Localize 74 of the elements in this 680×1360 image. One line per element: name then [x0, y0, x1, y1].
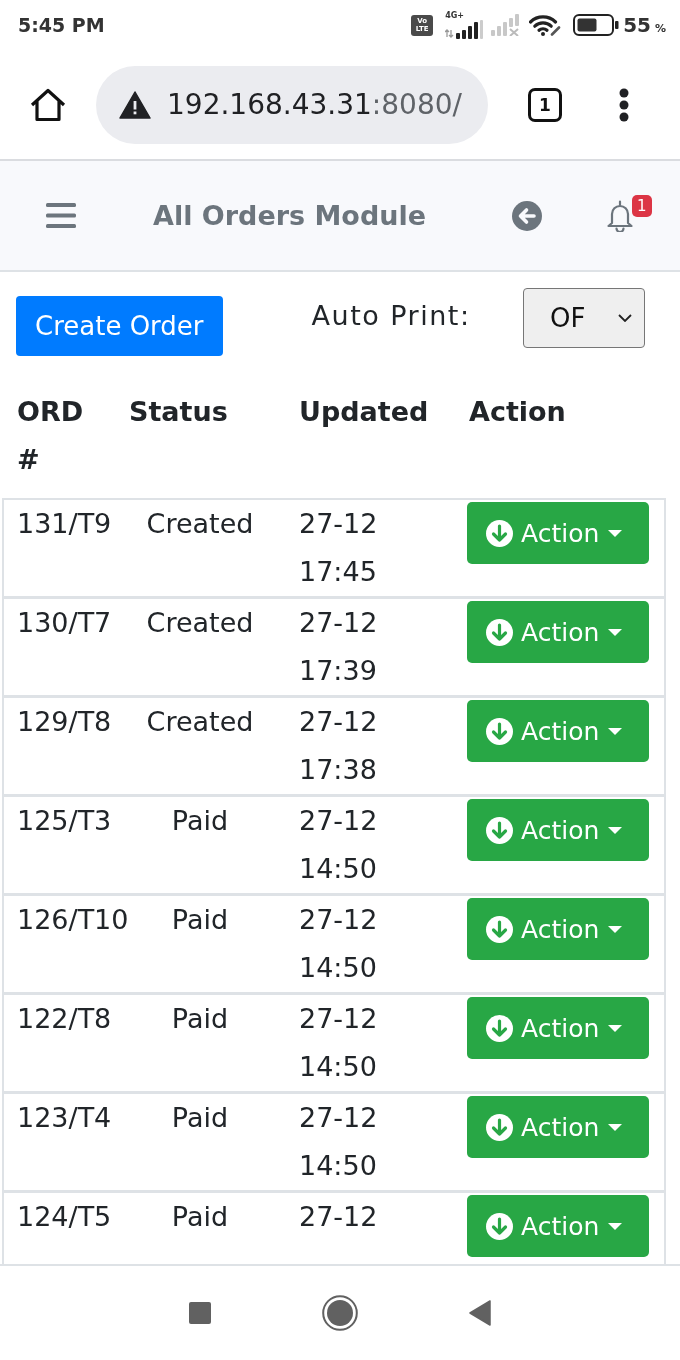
circle-icon[interactable] — [322, 1295, 358, 1331]
updated-time: 27-12 17:45 — [299, 507, 379, 589]
down-arrow-circle-icon — [486, 1212, 513, 1240]
action-dropdown-button[interactable]: Action — [467, 997, 649, 1059]
order-status: Created — [146, 606, 254, 640]
caret-down-icon — [608, 727, 623, 735]
updated-time: 27-12 17:39 — [299, 606, 379, 688]
order-number: 130/T7 — [17, 606, 112, 640]
action-dropdown-button[interactable]: Action — [467, 898, 649, 960]
action-dropdown-button[interactable]: Action — [467, 799, 649, 861]
down-arrow-circle-icon — [486, 519, 513, 547]
caret-down-icon — [608, 529, 623, 537]
caret-down-icon — [608, 826, 623, 834]
auto-print-select[interactable]: OF — [523, 288, 645, 348]
order-status: Paid — [171, 804, 229, 838]
updated-time: 27-12 14:50 — [299, 903, 379, 985]
home-icon[interactable] — [30, 87, 66, 122]
caret-down-icon — [608, 1222, 623, 1230]
order-status: Paid — [171, 1200, 229, 1234]
menu-icon[interactable] — [46, 203, 76, 228]
order-status: Created — [146, 705, 254, 739]
order-number: 124/T5 — [17, 1200, 112, 1234]
caret-down-icon — [608, 1024, 623, 1032]
action-dropdown-button[interactable]: Action — [467, 1195, 649, 1257]
more-menu-icon[interactable] — [618, 87, 630, 122]
down-arrow-circle-icon — [486, 816, 513, 844]
action-dropdown-button[interactable]: Action — [467, 1096, 649, 1158]
page-title: All Orders Module — [153, 200, 428, 231]
bell-icon[interactable] — [606, 199, 634, 232]
network-type-label: 4G+ — [445, 11, 464, 20]
updated-time: 27-12 — [299, 1200, 379, 1234]
address-bar[interactable]: 192.168.43.31:8080/ — [96, 65, 488, 144]
signal-icon — [445, 20, 484, 39]
back-icon[interactable] — [469, 1300, 491, 1326]
caret-down-icon — [608, 628, 623, 636]
caret-down-icon — [608, 925, 623, 933]
order-status: Paid — [171, 903, 229, 937]
updated-time: 27-12 14:50 — [299, 804, 379, 886]
auto-print-label: Auto Print: — [311, 299, 471, 333]
create-order-button[interactable]: Create Order — [16, 296, 223, 356]
clock-time: 5:45 PM — [18, 14, 105, 36]
order-status: Created — [146, 507, 254, 541]
column-header: Status — [129, 395, 228, 429]
battery-percent: 55 % — [623, 13, 666, 37]
column-header: Action — [469, 395, 566, 429]
order-status: Paid — [171, 1101, 229, 1135]
order-number: 129/T8 — [17, 705, 112, 739]
down-arrow-circle-icon — [486, 618, 513, 646]
action-dropdown-button[interactable]: Action — [467, 502, 649, 564]
action-dropdown-button[interactable]: Action — [467, 700, 649, 762]
warning-icon — [119, 90, 151, 119]
order-number: 125/T3 — [17, 804, 112, 838]
order-number: 131/T9 — [17, 507, 112, 541]
notification-badge: 1 — [632, 194, 652, 217]
chevron-down-icon — [618, 314, 632, 322]
tab-count-button[interactable]: 1 — [528, 87, 562, 122]
column-header: ORD # — [17, 395, 84, 477]
down-arrow-circle-icon — [486, 915, 513, 943]
order-number: 123/T4 — [17, 1101, 112, 1135]
order-number: 122/T8 — [17, 1002, 112, 1036]
updated-time: 27-12 14:50 — [299, 1002, 379, 1084]
updated-time: 27-12 14:50 — [299, 1101, 379, 1183]
order-status: Paid — [171, 1002, 229, 1036]
order-number: 126/T10 — [17, 903, 129, 937]
wifi-icon — [529, 14, 562, 36]
action-dropdown-button[interactable]: Action — [467, 601, 649, 663]
down-arrow-circle-icon — [486, 717, 513, 745]
updated-time: 27-12 17:38 — [299, 705, 379, 787]
down-arrow-circle-icon — [486, 1014, 513, 1042]
down-arrow-circle-icon — [486, 1113, 513, 1141]
caret-down-icon — [608, 1123, 623, 1131]
battery-icon — [573, 14, 620, 36]
no-signal-icon — [491, 14, 522, 36]
column-header: Updated — [299, 395, 429, 429]
